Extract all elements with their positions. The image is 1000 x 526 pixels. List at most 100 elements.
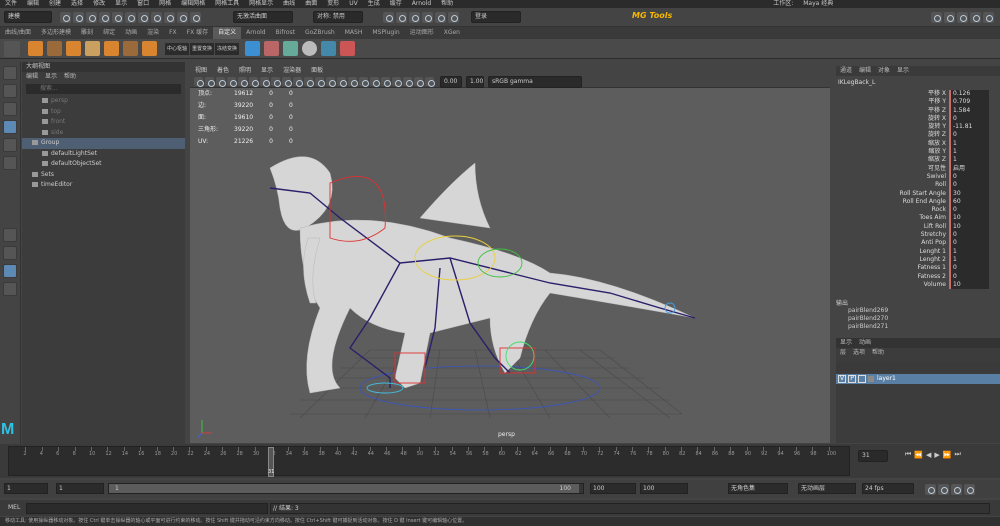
viewport-tool-icon[interactable] bbox=[370, 77, 380, 87]
shelf-tab-6[interactable]: FX bbox=[164, 27, 182, 39]
channel-menu-3[interactable]: 显示 bbox=[897, 67, 909, 74]
viewport-tool-icon[interactable] bbox=[194, 77, 204, 87]
channel-row[interactable]: Toes Aim 10 bbox=[836, 214, 1000, 223]
channel-menu-2[interactable]: 对象 bbox=[878, 67, 890, 74]
move-tool-icon[interactable] bbox=[3, 120, 17, 134]
render-icon[interactable] bbox=[383, 11, 394, 23]
menu-item-18[interactable]: 帮助 bbox=[436, 0, 458, 7]
channel-value[interactable]: 10 bbox=[949, 280, 989, 290]
shelf-tab-14[interactable]: 运动图形 bbox=[405, 27, 439, 39]
shelf-d-icon[interactable] bbox=[85, 41, 100, 56]
channel-menu-0[interactable]: 通道 bbox=[840, 67, 852, 74]
outliner-item[interactable]: timeEditor bbox=[22, 180, 185, 191]
shelf-tab-2[interactable]: 雕刻 bbox=[76, 27, 98, 39]
viewport-tool-icon[interactable] bbox=[403, 77, 413, 87]
layer-menu-1[interactable]: 选项 bbox=[853, 349, 865, 356]
step-back-icon[interactable]: ◀ bbox=[926, 451, 931, 459]
viewport-tool-icon[interactable] bbox=[348, 77, 358, 87]
channel-value[interactable]: 0.126 bbox=[949, 90, 989, 99]
rotate-tool-icon[interactable] bbox=[3, 138, 17, 152]
mirror-icon[interactable] bbox=[245, 41, 261, 56]
output-node[interactable]: pairBlend271 bbox=[836, 323, 1000, 331]
menu-item-13[interactable]: 变形 bbox=[322, 0, 344, 7]
select-tool-icon[interactable] bbox=[3, 66, 17, 80]
workspace-selector[interactable]: Maya 经典 bbox=[798, 0, 838, 7]
channel-row[interactable]: Rock 0 bbox=[836, 206, 1000, 215]
menu-item-2[interactable]: 创建 bbox=[44, 0, 66, 7]
channel-row[interactable]: Anti Pop 0 bbox=[836, 239, 1000, 248]
outliner-item[interactable]: Group bbox=[22, 138, 185, 149]
outliner-menu-1[interactable]: 显示 bbox=[45, 73, 57, 80]
channel-value[interactable]: 1 bbox=[949, 148, 989, 157]
layer-tab-1[interactable]: 动画 bbox=[859, 339, 871, 346]
fps-selector[interactable]: 24 fps bbox=[862, 483, 914, 494]
exposure-field[interactable]: 0.00 bbox=[440, 75, 462, 88]
viewport-tool-icon[interactable] bbox=[271, 77, 281, 87]
shelf-settings-icon[interactable] bbox=[4, 40, 20, 57]
menu-item-9[interactable]: 网格工具 bbox=[210, 0, 244, 7]
channel-value[interactable]: 0 bbox=[949, 231, 989, 240]
viewport-tool-icon[interactable] bbox=[425, 77, 435, 87]
shelf-tab-5[interactable]: 渲染 bbox=[142, 27, 164, 39]
menu-item-12[interactable]: 曲面 bbox=[300, 0, 322, 7]
ipr-render-icon[interactable] bbox=[396, 11, 407, 23]
channel-value[interactable]: 0 bbox=[949, 172, 989, 182]
channel-row[interactable]: Roll End Angle 60 bbox=[836, 197, 1000, 207]
channel-value[interactable]: 1 bbox=[949, 139, 989, 149]
layer-row[interactable]: V P layer1 bbox=[836, 374, 1000, 384]
channel-value[interactable]: 0.709 bbox=[949, 98, 989, 107]
layer-tab-0[interactable]: 显示 bbox=[840, 339, 852, 346]
channel-row[interactable]: Fatness 20 bbox=[836, 272, 1000, 281]
channel-row[interactable]: 旋转 X0 bbox=[836, 114, 1000, 124]
anim-layer-selector[interactable]: 无动画层 bbox=[798, 483, 856, 494]
viewport-tool-icon[interactable] bbox=[227, 77, 237, 87]
menu-item-3[interactable]: 选择 bbox=[66, 0, 88, 7]
anim-end-field[interactable]: 100 bbox=[640, 483, 688, 494]
layer-visibility-toggle[interactable]: V bbox=[838, 375, 846, 383]
menu-item-14[interactable]: UV bbox=[344, 0, 363, 7]
menu-item-11[interactable]: 曲线 bbox=[278, 0, 300, 7]
anim-prefs-icon[interactable] bbox=[964, 484, 975, 495]
channel-row[interactable]: 旋转 Z0 bbox=[836, 131, 1000, 140]
paint-select-icon[interactable] bbox=[3, 102, 17, 116]
viewport-panel[interactable]: 视图 着色 照明 显示 渲染器 面板 0.00 1.00 sRGB gamma 顶点: 19… bbox=[190, 65, 830, 443]
symmetry-selector[interactable]: 对称: 禁用 bbox=[313, 11, 363, 23]
outliner-search-input[interactable]: 搜索... bbox=[26, 84, 181, 94]
viewport-tool-icon[interactable] bbox=[381, 77, 391, 87]
range-bar[interactable]: 1 100 bbox=[108, 483, 584, 494]
channel-row[interactable]: Lenght 21 bbox=[836, 255, 1000, 265]
menu-item-16[interactable]: 缓存 bbox=[385, 0, 407, 7]
outliner-menu-0[interactable]: 编辑 bbox=[26, 73, 38, 80]
channel-value[interactable]: 0 bbox=[949, 114, 989, 124]
shelf-tab-1[interactable]: 多边形建模 bbox=[36, 27, 76, 39]
channel-row[interactable]: 可见性 启用 bbox=[836, 164, 1000, 173]
channel-value[interactable]: 10 bbox=[949, 222, 989, 232]
playback-start-field[interactable]: 1 bbox=[56, 483, 104, 494]
hypershade-icon[interactable] bbox=[422, 11, 433, 23]
menu-item-8[interactable]: 编辑网格 bbox=[176, 0, 210, 7]
outliner-item[interactable]: front bbox=[22, 117, 185, 128]
reset-transform-button[interactable]: 重置变换 bbox=[190, 42, 215, 55]
channel-menu-1[interactable]: 编辑 bbox=[859, 67, 871, 74]
viewport-tool-icon[interactable] bbox=[414, 77, 424, 87]
viewport-tool-icon[interactable] bbox=[260, 77, 270, 87]
viewport-menu-1[interactable]: 着色 bbox=[217, 67, 229, 74]
channel-value[interactable]: 0 bbox=[949, 272, 989, 281]
outliner-layout-icon[interactable] bbox=[3, 264, 17, 278]
shelf-a-icon[interactable] bbox=[28, 41, 43, 56]
viewport-tool-icon[interactable] bbox=[304, 77, 314, 87]
viewport-tool-icon[interactable] bbox=[326, 77, 336, 87]
channel-row[interactable]: Lenght 11 bbox=[836, 247, 1000, 256]
channel-row[interactable]: 缩放 Z1 bbox=[836, 156, 1000, 165]
snap-surface-icon[interactable] bbox=[190, 11, 201, 23]
viewport-menu-4[interactable]: 渲染器 bbox=[283, 67, 301, 74]
shelf-e-icon[interactable] bbox=[104, 41, 119, 56]
shelf-tab-10[interactable]: Bifrost bbox=[271, 27, 300, 39]
channel-value[interactable]: 10 bbox=[949, 214, 989, 223]
channel-value[interactable]: 60 bbox=[949, 197, 989, 207]
viewport-tool-icon[interactable] bbox=[216, 77, 226, 87]
channel-value[interactable]: 启用 bbox=[949, 164, 989, 173]
channel-value[interactable]: 1 bbox=[949, 156, 989, 165]
channel-value[interactable]: 0 bbox=[949, 181, 989, 190]
redo-icon[interactable] bbox=[99, 11, 110, 23]
